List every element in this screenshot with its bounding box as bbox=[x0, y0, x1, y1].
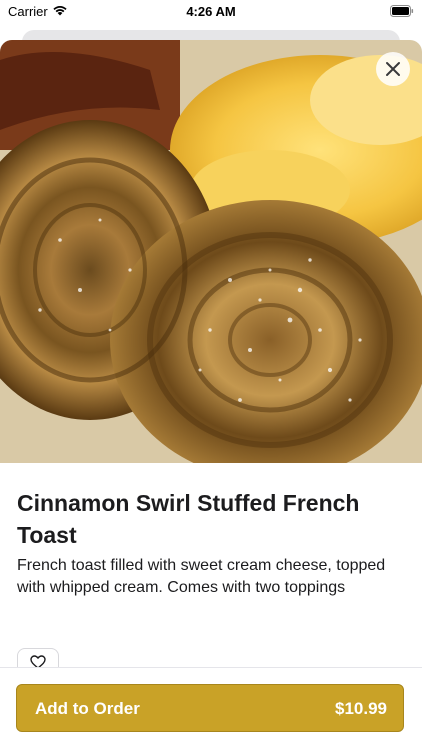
status-time: 4:26 AM bbox=[186, 4, 236, 19]
battery-icon bbox=[390, 5, 414, 17]
item-detail-modal: Cinnamon Swirl Stuffed French Toast Fren… bbox=[0, 40, 422, 750]
price-label: $10.99 bbox=[335, 699, 387, 718]
add-to-order-label: Add to Order bbox=[35, 699, 140, 718]
food-photo bbox=[0, 40, 422, 463]
close-icon bbox=[386, 62, 400, 76]
screen: Carrier 4:26 AM Cinnamon Swirl Stuffed F… bbox=[0, 0, 422, 750]
add-to-order-button[interactable]: Add to Order $10.99 bbox=[16, 684, 404, 732]
item-description: French toast filled with sweet cream che… bbox=[17, 557, 386, 596]
status-bar: Carrier 4:26 AM bbox=[0, 0, 422, 24]
close-button[interactable] bbox=[376, 52, 410, 86]
item-title: Cinnamon Swirl Stuffed French Toast bbox=[17, 490, 360, 548]
bottom-action-bar: Add to Order $10.99 bbox=[0, 667, 422, 750]
